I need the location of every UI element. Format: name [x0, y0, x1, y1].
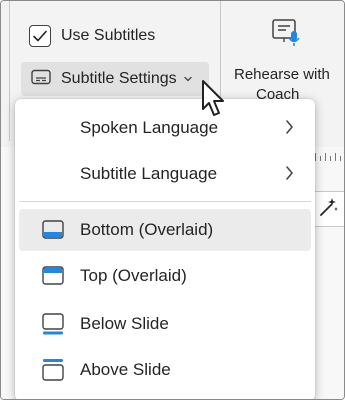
menu-item-top-overlaid[interactable]: Top (Overlaid)	[19, 255, 311, 297]
ruler	[311, 149, 344, 163]
chevron-down-icon	[183, 70, 193, 88]
subtitle-below-slide-icon	[39, 312, 67, 336]
subtitles-icon	[31, 69, 51, 90]
window-frame: Use Subtitles Subtitle Settings Rehearse…	[0, 0, 345, 400]
use-subtitles-label: Use Subtitles	[61, 27, 156, 44]
mouse-pointer-icon	[199, 79, 229, 123]
menu-item-label: Subtitle Language	[80, 164, 218, 183]
chevron-right-icon	[283, 165, 295, 186]
menu-item-subtitle-language[interactable]: Subtitle Language	[19, 153, 311, 195]
ribbon-left-edge	[1, 1, 15, 147]
use-subtitles-checkbox[interactable]: Use Subtitles	[29, 23, 155, 49]
menu-divider	[19, 201, 311, 202]
menu-item-bottom-overlaid[interactable]: Bottom (Overlaid)	[19, 209, 311, 251]
menu-item-below-slide[interactable]: Below Slide	[19, 303, 311, 345]
magic-sparkle-icon	[317, 195, 341, 224]
subtitle-settings-button[interactable]: Subtitle Settings	[21, 62, 209, 96]
checkbox-checked-icon	[29, 25, 51, 47]
subtitle-settings-menu: Spoken Language Subtitle Language Bottom…	[15, 99, 315, 399]
menu-item-label: Above Slide	[80, 360, 171, 379]
rehearse-with-coach-button[interactable]: Rehearse with Coach	[226, 17, 344, 107]
subtitle-top-overlaid-icon	[39, 264, 67, 288]
chevron-right-icon	[283, 119, 295, 140]
menu-item-spoken-language[interactable]: Spoken Language	[19, 107, 311, 149]
menu-item-label: Spoken Language	[80, 118, 219, 137]
menu-item-label: Bottom (Overlaid)	[80, 220, 214, 239]
menu-item-label: Below Slide	[80, 314, 169, 333]
rehearse-label: Rehearse with	[234, 66, 330, 83]
menu-item-label: Top (Overlaid)	[80, 266, 187, 285]
menu-item-above-slide[interactable]: Above Slide	[19, 349, 311, 391]
subtitle-above-slide-icon	[39, 358, 67, 382]
designer-button[interactable]	[311, 191, 344, 227]
subtitle-bottom-overlaid-icon	[39, 218, 67, 242]
rehearse-coach-icon	[270, 17, 302, 52]
subtitle-settings-label: Subtitle Settings	[61, 70, 177, 87]
